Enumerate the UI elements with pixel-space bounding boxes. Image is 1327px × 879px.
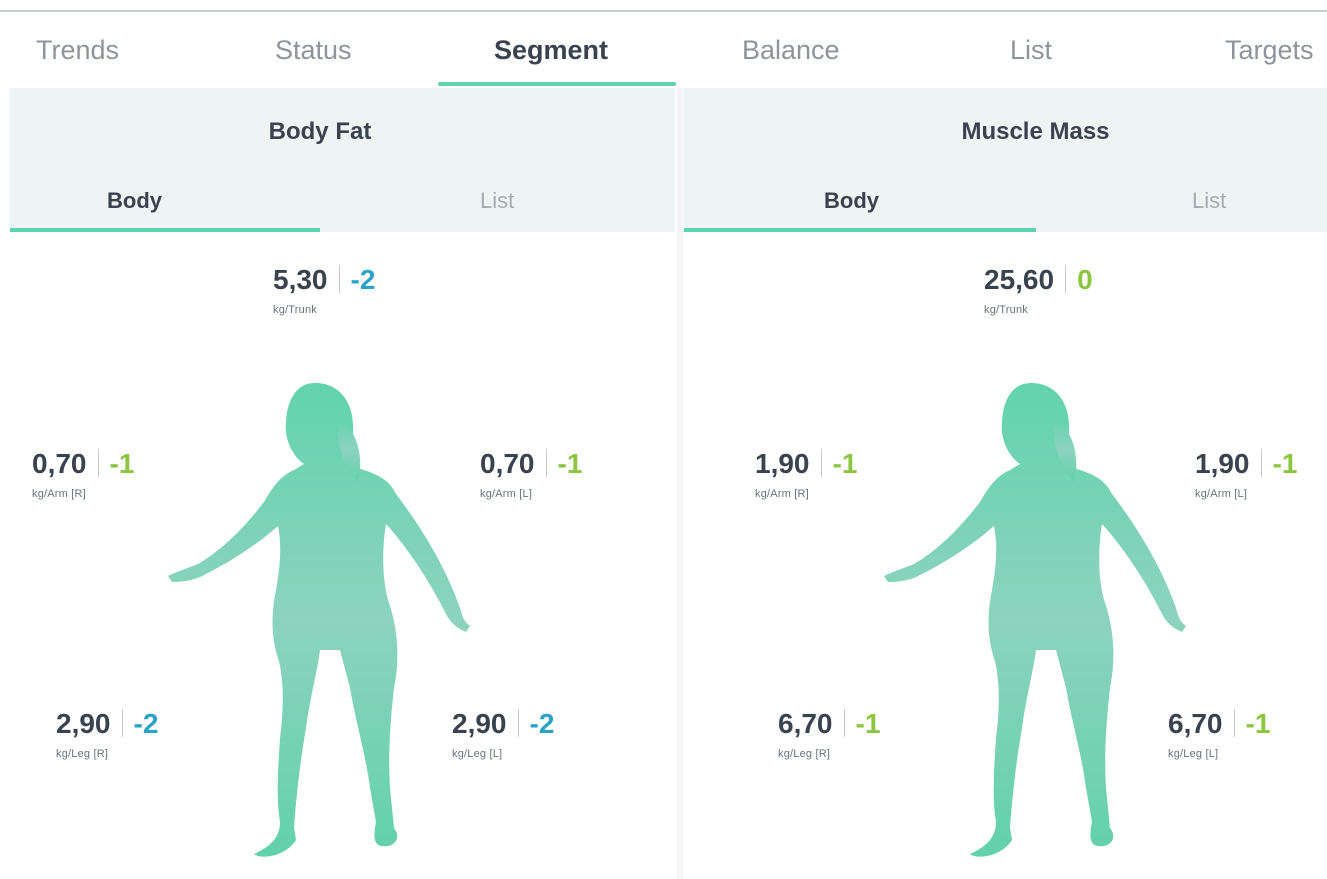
body-fat-panel: Body Fat Body List 5,30 -2 kg/Trunk 0,70-… [10,88,675,879]
subtab-list[interactable]: List [1192,188,1226,214]
trunk-metric: 5,30 -2 kg/Trunk [273,264,375,316]
trunk-value: 5,30 [273,264,328,295]
leg-l-value: 2,90 [452,708,507,739]
segment-tab-bar: Trends Status Segment Balance List Targe… [0,12,1327,88]
leg-r-unit: kg/Leg [R] [778,748,831,760]
trunk-delta: 0 [1077,264,1093,295]
trunk-unit: kg/Trunk [984,304,1028,316]
arm-r-value: 1,90 [755,448,810,479]
leg-r-metric: 2,90 -2 kg/Leg [R] [56,708,158,760]
active-tab-indicator [438,82,676,86]
leg-r-value: 2,90 [56,708,111,739]
leg-l-metric: 6,70 -1 kg/Leg [L] [1168,708,1270,760]
value-separator [338,265,340,293]
arm-l-metric: 1,90 -1 kg/Arm [L] [1195,448,1297,500]
panel-title-body-fat: Body Fat [268,118,372,145]
trunk-delta: -2 [350,264,376,295]
arm-r-unit: kg/Arm [R] [755,488,809,500]
value-separator [1233,709,1235,737]
leg-l-unit: kg/Leg [L] [452,748,503,760]
subtab-body[interactable]: Body [107,188,162,214]
arm-l-unit: kg/Arm [L] [480,488,533,500]
arm-l-metric: 0,70 -1 kg/Arm [L] [480,448,582,500]
leg-r-metric: 6,70 -1 kg/Leg [R] [778,708,880,760]
trunk-unit: kg/Trunk [273,304,317,316]
value-separator [1065,265,1067,293]
muscle-mass-header: Muscle Mass Body List [684,88,1327,232]
arm-r-unit: kg/Arm [R] [32,488,86,500]
arm-r-delta: -1 [109,448,135,479]
trunk-metric: 25,60 0 kg/Trunk [984,264,1093,316]
value-separator [545,449,547,477]
arm-r-value: 0,70 [32,448,87,479]
leg-r-delta: -2 [133,708,159,739]
arm-l-value: 0,70 [480,448,535,479]
tab-status[interactable]: Status [275,12,352,88]
leg-r-delta: -1 [855,708,881,739]
trunk-value: 25,60 [984,264,1055,295]
value-separator [820,449,822,477]
value-separator [843,709,845,737]
muscle-mass-panel: Muscle Mass Body List 25,60 0 kg/Trunk 1,… [684,88,1327,879]
leg-r-unit: kg/Leg [R] [56,748,109,760]
tab-list[interactable]: List [1010,12,1052,88]
arm-l-delta: -1 [557,448,583,479]
arm-l-delta: -1 [1272,448,1298,479]
arm-r-metric: 0,70 -1 kg/Arm [R] [32,448,134,500]
female-body-silhouette-icon [884,383,1186,857]
tab-targets[interactable]: Targets [1225,12,1314,88]
arm-r-delta: -1 [832,448,858,479]
value-separator [97,449,99,477]
female-body-silhouette-icon [168,383,470,857]
value-separator [121,709,123,737]
tab-segment[interactable]: Segment [494,12,608,88]
subtab-body[interactable]: Body [824,188,879,214]
subtab-indicator [684,228,1036,232]
leg-l-metric: 2,90 -2 kg/Leg [L] [452,708,554,760]
arm-l-value: 1,90 [1195,448,1250,479]
panel-divider [677,88,683,879]
leg-l-unit: kg/Leg [L] [1168,748,1219,760]
tab-trends[interactable]: Trends [36,12,119,88]
body-fat-header: Body Fat Body List [10,88,675,232]
leg-l-delta: -1 [1245,708,1271,739]
subtab-list[interactable]: List [480,188,514,214]
arm-l-unit: kg/Arm [L] [1195,488,1248,500]
arm-r-metric: 1,90 -1 kg/Arm [R] [755,448,857,500]
subtab-indicator [10,228,320,232]
leg-l-value: 6,70 [1168,708,1223,739]
panel-title-muscle-mass: Muscle Mass [961,118,1110,145]
tab-balance[interactable]: Balance [742,12,840,88]
leg-l-delta: -2 [529,708,555,739]
value-separator [1260,449,1262,477]
leg-r-value: 6,70 [778,708,833,739]
value-separator [517,709,519,737]
